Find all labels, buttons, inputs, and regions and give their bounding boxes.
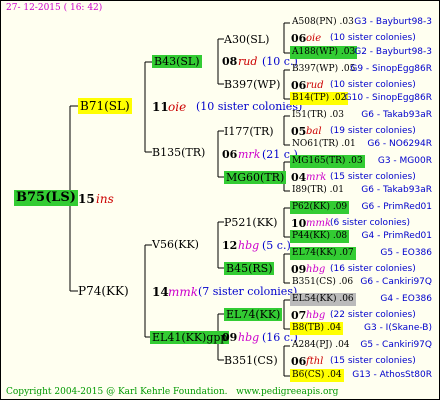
gen4-source: G4 - EO386 [380,294,432,304]
gen4-year: 09 [291,263,307,276]
root-colony[interactable]: B75(LS) [14,190,78,206]
gen3-year: 06 [222,148,238,161]
gen4-breeder: hbg [306,310,326,321]
gen4-source: G9 - SinopEgg86R [350,64,432,74]
sire-breeder: mmk [168,285,199,299]
print-date: 27- 12-2015 ( 16: 42) [6,3,103,13]
sire-sisters: (7 sister colonies) [198,285,298,298]
gen4-colony[interactable]: B397(WP) .05 [290,63,357,76]
gen4-breeder: mmk [306,218,332,229]
gen3-sisters: (5 c.) [262,239,291,252]
gen3-colony[interactable]: B397(WP) [224,78,280,91]
gen4-colony[interactable]: P44(KK) .08 [290,230,350,243]
gen4-source: G13 - AthosSt80R [352,370,432,380]
sire-year: 14 [152,285,169,299]
gen4-colony[interactable]: A508(PN) .03 [290,16,356,29]
gen4-year: 05 [291,125,307,138]
gen4-year: 04 [291,171,307,184]
gen3-year: 12 [222,239,238,252]
root-breeder: ins [96,192,114,206]
gen2-colony[interactable]: B135(TR) [152,146,205,159]
sire-colony[interactable]: P74(KK) [78,283,129,299]
gen4-sisters: (10 sister colonies) [330,80,416,90]
copyright-text: Copyright 2004-2015 @ Karl Kehrle Founda… [6,387,339,397]
gen4-source: G6 - Takab93aR [361,110,432,120]
gen4-source: G6 - NO6294R [367,139,432,149]
gen4-year: 06 [291,32,307,45]
gen4-colony[interactable]: B14(TP) .02 [290,92,349,105]
gen3-year: 08 [222,55,238,68]
gen4-sisters: (10 sister colonies) [330,33,416,43]
gen4-colony[interactable]: I51(TR) .03 [290,109,346,122]
gen4-breeder: oie [306,33,322,44]
gen4-year: 10 [291,217,307,230]
dam-colony[interactable]: B71(SL) [78,98,132,114]
gen4-colony[interactable]: EL54(KK) .06 [290,293,356,306]
gen4-source: G5 - Cankiri97Q [360,340,432,350]
gen3-breeder: rud [238,55,258,68]
gen4-source: G5 - EO386 [380,248,432,258]
gen4-colony[interactable]: A188(WP) .03 [290,46,358,59]
gen4-source: G10 - SinopEgg86R [344,93,432,103]
gen3-year: 09 [222,331,238,344]
gen3-breeder: hbg [238,239,260,252]
gen4-colony[interactable]: A284(PJ) .04 [290,339,352,352]
gen3-colony[interactable]: I177(TR) [224,125,274,138]
gen4-sisters: (6 sister colonies) [330,218,411,228]
gen4-colony[interactable]: EL74(KK) .07 [290,247,356,260]
gen2-colony[interactable]: EL41(KK)gpp [150,331,230,344]
gen4-year: 07 [291,309,307,322]
gen4-source: G2 - Bayburt98-3 [354,47,432,57]
dam-breeder: oie [168,100,187,114]
gen4-source: G3 - Bayburt98-3 [354,17,432,27]
gen4-sisters: (19 sister colonies) [330,126,416,136]
gen4-colony[interactable]: B6(CS) .04 [290,369,344,382]
gen4-breeder: bal [306,126,322,137]
dam-sisters: (10 sister colonies) [196,100,303,113]
gen2-colony[interactable]: B43(SL) [152,55,202,68]
gen4-source: G6 - Cankiri97Q [360,277,432,287]
gen4-breeder: hbg [306,264,326,275]
gen3-colony[interactable]: P521(KK) [224,216,277,229]
gen4-breeder: fthl [306,356,324,367]
dam-year: 11 [152,100,169,114]
gen3-colony[interactable]: A30(SL) [224,33,269,46]
gen3-breeder: hbg [238,331,260,344]
gen4-source: G4 - PrimRed01 [361,231,432,241]
gen3-colony[interactable]: B45(RS) [224,262,275,275]
gen4-source: G6 - Takab93aR [361,185,432,195]
root-year: 15 [78,192,95,206]
gen4-sisters: (16 sister colonies) [330,264,416,274]
gen4-colony[interactable]: NO61(TR) .01 [290,138,358,151]
gen4-source: G3 - I(Skane-B) [364,323,432,333]
gen4-colony[interactable]: MG165(TR) .03 [290,155,365,168]
gen3-colony[interactable]: EL74(KK) [224,308,283,321]
gen3-breeder: mrk [238,148,261,161]
gen4-colony[interactable]: I89(TR) .01 [290,184,346,197]
gen4-sisters: (15 sister colonies) [330,172,416,182]
gen4-colony[interactable]: B8(TB) .04 [290,322,344,335]
gen4-year: 06 [291,79,307,92]
gen4-colony[interactable]: B351(CS) .06 [290,276,355,289]
gen4-breeder: mrk [306,172,327,183]
gen2-colony[interactable]: V56(KK) [152,238,199,251]
gen4-sisters: (15 sister colonies) [330,356,416,366]
gen4-source: G3 - MG00R [377,156,432,166]
gen4-breeder: rud [306,80,324,91]
gen4-source: G6 - PrimRed01 [361,202,432,212]
gen4-colony[interactable]: P62(KK) .09 [290,201,350,214]
gen3-colony[interactable]: B351(CS) [224,354,278,367]
gen4-sisters: (22 sister colonies) [330,310,416,320]
gen4-year: 06 [291,355,307,368]
gen3-colony[interactable]: MG60(TR) [224,171,287,184]
